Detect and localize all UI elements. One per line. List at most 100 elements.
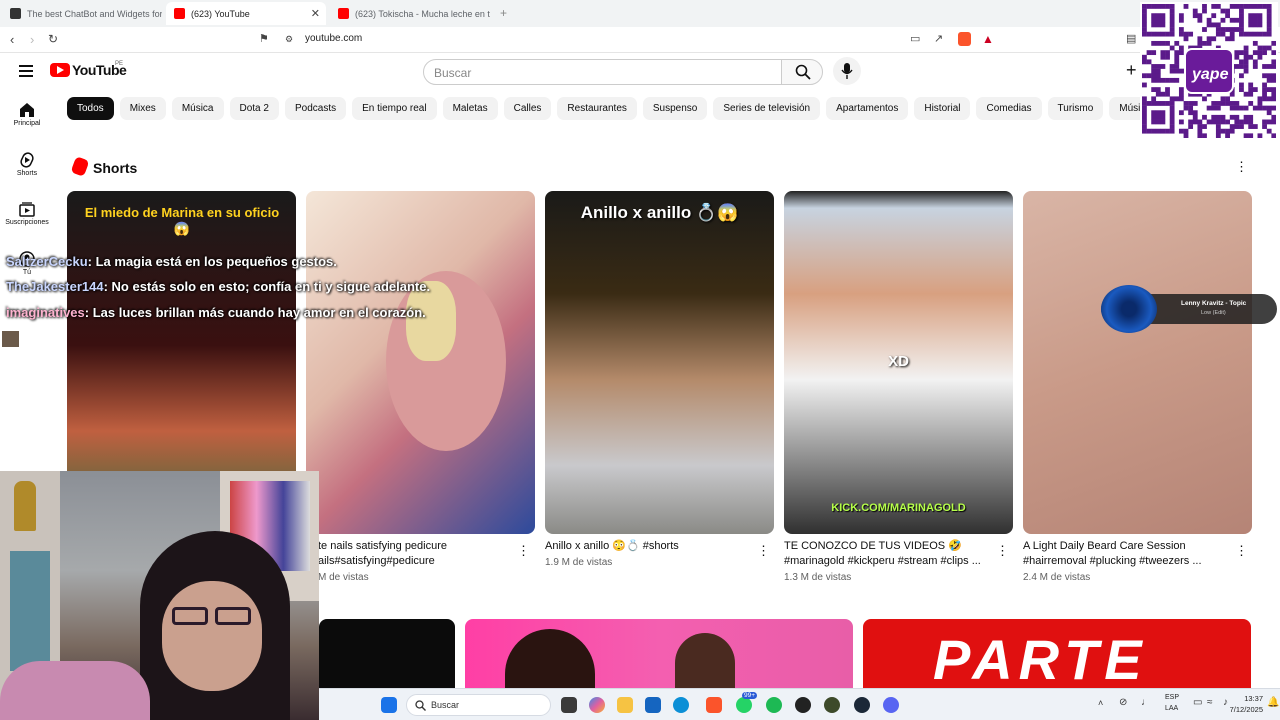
chat-message: TheJakester144: No estás solo en esto; c…	[6, 279, 430, 294]
qr-module	[1169, 22, 1175, 28]
qr-module	[1248, 87, 1254, 92]
task-view-icon[interactable]	[561, 697, 577, 713]
chip-series-de-televisión[interactable]: Series de televisión	[713, 97, 821, 120]
short-title[interactable]: te nails satisfying pedicure ails#satisf…	[318, 539, 528, 569]
tab-youtube[interactable]: (623) YouTube ✕	[166, 2, 326, 25]
chip-todos[interactable]: Todos	[67, 97, 114, 120]
tab-chatbot[interactable]: The best ChatBot and Widgets for K	[2, 2, 162, 25]
short-more-icon[interactable]: ⋮	[996, 543, 1009, 559]
windows-start-icon[interactable]	[381, 697, 397, 713]
chevron-up-icon[interactable]: ˄	[1098, 698, 1103, 708]
sidebar-toggle-icon[interactable]: ▤	[1126, 32, 1136, 45]
file-explorer-icon[interactable]	[617, 697, 633, 713]
chip-suspenso[interactable]: Suspenso	[642, 97, 708, 120]
album-art-icon	[1101, 285, 1157, 333]
sidebar-item-subscriptions[interactable]: Suscripciones	[0, 201, 54, 226]
chip-restaurantes[interactable]: Restaurantes	[557, 97, 637, 120]
create-icon[interactable]: +	[1126, 60, 1137, 81]
reload-icon[interactable]: ↻	[48, 32, 58, 46]
section-more-icon[interactable]: ⋮	[1235, 159, 1248, 175]
keyboard-layout[interactable]: LAA	[1165, 705, 1178, 712]
youtube-logo-icon[interactable]	[50, 63, 70, 77]
qr-module	[1239, 31, 1244, 37]
chip-mixes[interactable]: Mixes	[119, 97, 166, 120]
chip-comedias[interactable]: Comedias	[976, 97, 1042, 120]
brave-shield-icon[interactable]	[958, 32, 971, 46]
thumbnail-caption: PARTE	[933, 628, 1148, 688]
network-icon[interactable]: ⊘	[1119, 697, 1127, 708]
site-info-icon[interactable]: ⚙	[285, 34, 293, 45]
close-tab-icon[interactable]: ✕	[311, 7, 320, 20]
qr-module	[1248, 133, 1254, 138]
qr-module	[1142, 54, 1147, 60]
chip-maletas[interactable]: Maletas	[442, 97, 498, 120]
short-thumbnail-2[interactable]	[306, 191, 535, 534]
brave-rewards-icon[interactable]: ▲	[982, 32, 994, 46]
chip-calles[interactable]: Calles	[503, 97, 552, 120]
qr-module	[1252, 40, 1258, 46]
glasses-shape	[172, 607, 208, 625]
chip-historial[interactable]: Historial	[914, 97, 971, 120]
short-title[interactable]: A Light Daily Beard Care Session #hairre…	[1023, 539, 1233, 569]
app-icon[interactable]	[824, 697, 840, 713]
url-text[interactable]: youtube.com	[305, 33, 362, 44]
monitor-icon[interactable]: ▭	[1193, 697, 1202, 708]
short-thumbnail-5[interactable]	[1023, 191, 1252, 534]
notifications-icon[interactable]: 🔔	[1267, 697, 1279, 708]
short-more-icon[interactable]: ⋮	[1235, 543, 1248, 559]
chip-dota-2[interactable]: Dota 2	[229, 97, 279, 120]
search-input[interactable]: Buscar	[423, 59, 782, 85]
qr-module	[1229, 27, 1235, 32]
taskbar-search-input[interactable]: Buscar	[406, 694, 551, 716]
chip-podcasts[interactable]: Podcasts	[284, 97, 347, 120]
spotify-icon[interactable]	[766, 697, 782, 713]
short-more-icon[interactable]: ⋮	[757, 543, 770, 559]
whatsapp-icon[interactable]	[736, 697, 752, 713]
store-icon[interactable]	[645, 697, 661, 713]
qr-module	[1266, 22, 1272, 28]
bookmark-icon[interactable]: ⚑	[259, 32, 269, 45]
voice-search-button[interactable]	[833, 57, 861, 85]
copilot-icon[interactable]	[589, 697, 605, 713]
tab-tokischa[interactable]: (623) Tokischa - Mucha leche en tu c	[330, 2, 490, 25]
chip-música[interactable]: Música	[171, 97, 224, 120]
search-button[interactable]	[781, 59, 823, 85]
qr-module	[1234, 114, 1240, 120]
video-thumbnail[interactable]	[319, 619, 455, 688]
cast-icon[interactable]: ▭	[910, 32, 920, 45]
video-thumbnail[interactable]	[465, 619, 853, 688]
new-tab-icon[interactable]: +	[500, 6, 507, 20]
edge-icon[interactable]	[673, 697, 689, 713]
chip-en-tiempo-real[interactable]: En tiempo real	[352, 97, 437, 120]
discord-icon[interactable]	[883, 697, 899, 713]
clock-date[interactable]: 7/12/2025	[1218, 705, 1263, 714]
qr-module	[1248, 13, 1254, 19]
sidebar-item-shorts[interactable]: Shorts	[0, 152, 54, 177]
qr-module	[1266, 73, 1272, 79]
qr-module	[1160, 40, 1166, 46]
qr-module	[1169, 17, 1175, 23]
language-indicator[interactable]: ESP	[1165, 694, 1179, 701]
short-thumbnail-3[interactable]: Anillo x anillo 💍😱	[545, 191, 774, 534]
qr-module	[1169, 114, 1175, 120]
brave-icon[interactable]	[706, 697, 722, 713]
obs-icon[interactable]	[795, 697, 811, 713]
short-title[interactable]: TE CONOZCO DE TUS VIDEOS 🤣 #marinagold #…	[784, 539, 994, 569]
back-icon[interactable]: ‹	[10, 32, 14, 47]
steam-icon[interactable]	[854, 697, 870, 713]
wifi-icon[interactable]: ≈	[1207, 697, 1213, 708]
sidebar-item-principal[interactable]: Principal	[0, 102, 54, 127]
microphone-tray-icon[interactable]: ♩	[1141, 697, 1151, 708]
share-icon[interactable]: ↗	[934, 32, 943, 45]
short-thumbnail-4[interactable]: XD KICK.COM/MARINAGOLD	[784, 191, 1013, 534]
chip-apartamentos[interactable]: Apartamentos	[826, 97, 909, 120]
video-thumbnail[interactable]: PARTE	[863, 619, 1251, 688]
clock-time[interactable]: 13:37	[1233, 694, 1263, 703]
short-more-icon[interactable]: ⋮	[517, 543, 530, 559]
menu-icon[interactable]	[19, 65, 33, 77]
forward-icon[interactable]: ›	[30, 32, 34, 47]
chip-turismo[interactable]: Turismo	[1047, 97, 1104, 120]
short-title[interactable]: Anillo x anillo 😳💍 #shorts	[545, 539, 755, 554]
taskbar-search-placeholder: Buscar	[431, 700, 460, 710]
qr-module	[1262, 87, 1267, 92]
